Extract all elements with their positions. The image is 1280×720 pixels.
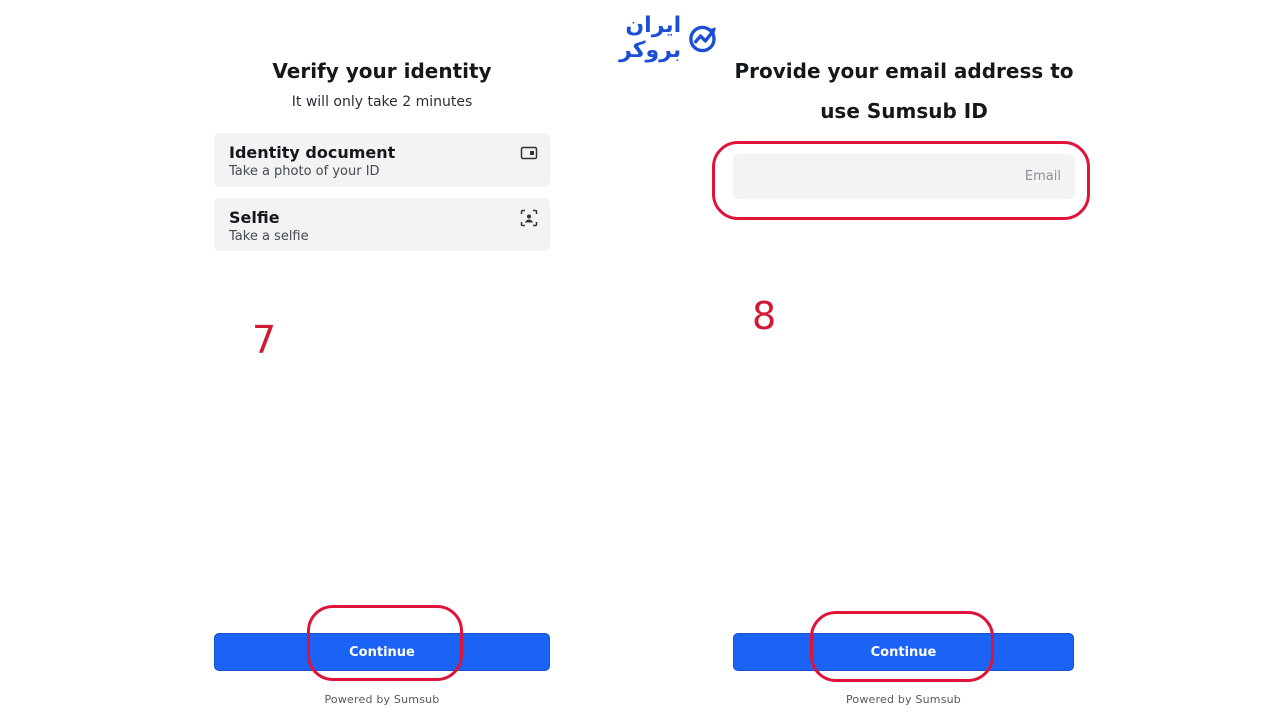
option-title: Identity document xyxy=(229,143,396,162)
option-title: Selfie xyxy=(229,208,280,227)
powered-by-label: Powered by Sumsub xyxy=(845,693,961,706)
option-subtitle: Take a selfie xyxy=(229,229,309,244)
id-card-icon xyxy=(520,146,538,160)
chart-arrow-circle-icon xyxy=(689,25,717,53)
identity-document-option[interactable]: Identity document Take a photo of your I… xyxy=(214,133,550,187)
step-number-8: 8 xyxy=(752,294,777,338)
page-title: Verify your identity xyxy=(272,59,492,83)
email-highlight-annotation xyxy=(712,141,1090,220)
continue-highlight-annotation xyxy=(307,605,463,681)
step-number-7: 7 xyxy=(252,318,277,362)
page-title-line2: use Sumsub ID xyxy=(820,99,988,123)
powered-by-label: Powered by Sumsub xyxy=(324,693,440,706)
brand-logo: ایران بروکر xyxy=(560,13,720,63)
option-subtitle: Take a photo of your ID xyxy=(229,164,380,179)
selfie-option[interactable]: Selfie Take a selfie xyxy=(214,198,550,251)
continue-highlight-annotation xyxy=(810,611,994,682)
logo-text: ایران بروکر xyxy=(619,13,682,63)
page-subtitle: It will only take 2 minutes xyxy=(291,94,473,110)
face-scan-icon xyxy=(520,209,538,227)
page-title-line1: Provide your email address to xyxy=(734,59,1074,83)
